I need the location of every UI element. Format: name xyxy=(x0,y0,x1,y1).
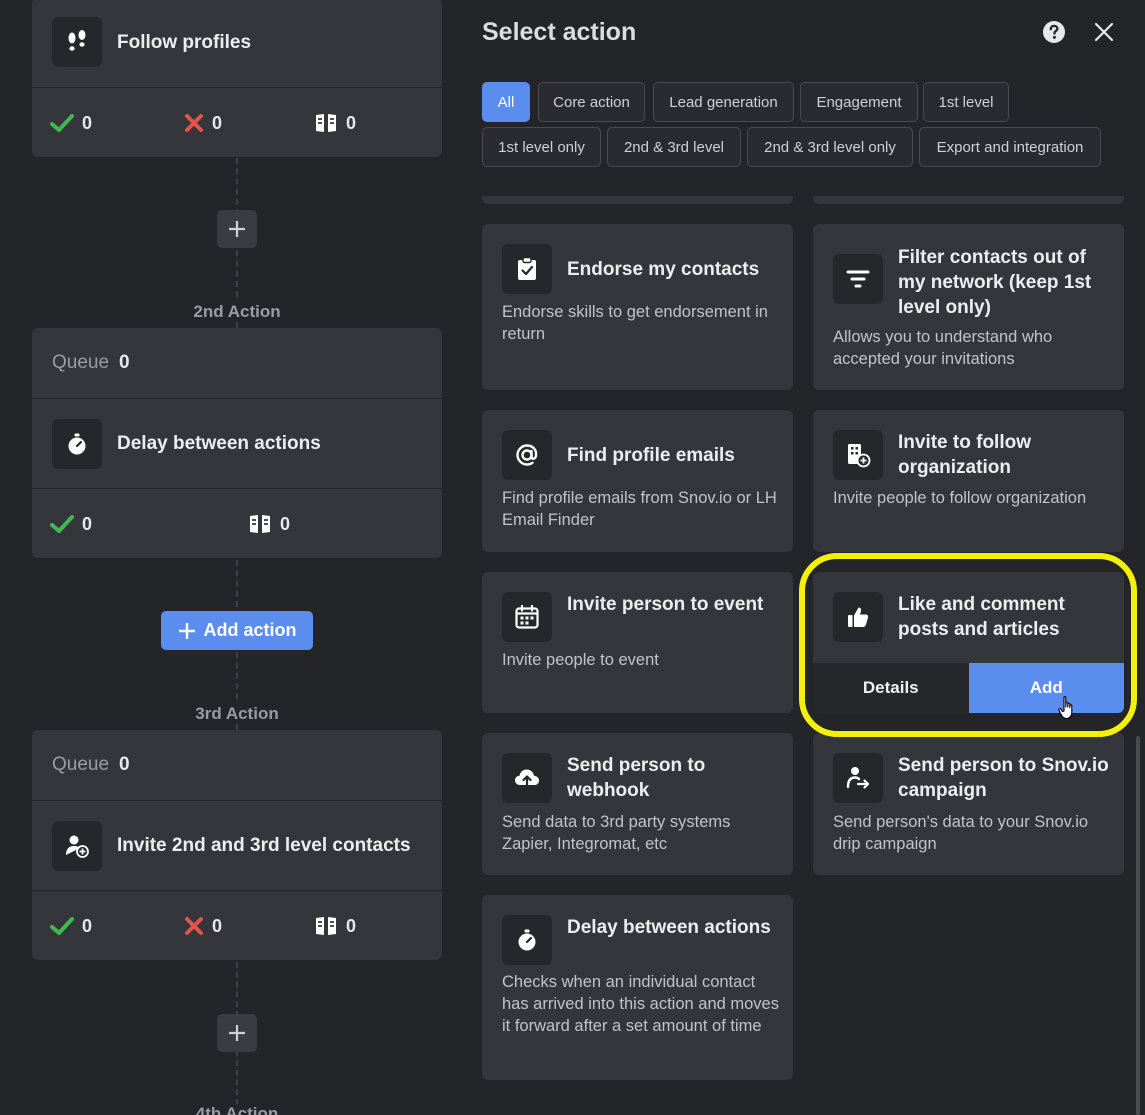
action-tile-snovio-campaign[interactable]: Send person to Snov.io campaign Send per… xyxy=(813,733,1124,875)
step-label-2: 2nd Action xyxy=(32,302,442,322)
action-tile-endorse[interactable]: Endorse my contacts Endorse skills to ge… xyxy=(482,224,793,390)
action-tile-delay[interactable]: Delay between actions Checks when an ind… xyxy=(482,895,793,1080)
action-title: Delay between actions xyxy=(567,917,771,938)
action-description: Send data to 3rd party systems Zapier, I… xyxy=(502,813,731,853)
filter-chip-2nd-3rd-level-only[interactable]: 2nd & 3rd level only xyxy=(747,127,913,167)
footprints-icon xyxy=(52,17,102,67)
success-count[interactable]: 0 xyxy=(50,891,92,961)
action-card-delay[interactable]: Queue 0 Delay between actions 0 0 xyxy=(32,328,442,558)
action-tile-like-comment[interactable]: Like and comment posts and articles Deta… xyxy=(813,572,1124,713)
check-icon xyxy=(50,114,74,132)
action-tile-invite-event[interactable]: Invite person to event Invite people to … xyxy=(482,572,793,713)
success-count[interactable]: 0 xyxy=(50,88,92,158)
clipboard-check-icon xyxy=(502,244,552,294)
action-title: Endorse my contacts xyxy=(567,259,760,280)
queue-icon xyxy=(316,917,336,935)
cross-icon xyxy=(185,917,203,935)
action-row[interactable]: Delay between actions xyxy=(32,398,442,488)
action-title: Filter contacts out of my network (keep … xyxy=(898,247,1092,318)
queue-count[interactable]: 0 xyxy=(314,88,356,158)
at-sign-icon xyxy=(502,430,552,480)
step-label-3: 3rd Action xyxy=(32,704,442,724)
check-icon xyxy=(50,515,74,533)
queue-row: Queue 0 xyxy=(52,352,130,373)
action-description: Find profile emails from Snov.io or LH E… xyxy=(502,489,777,529)
select-action-panel: Select action All Core action Lead gener… xyxy=(460,0,1145,1115)
stats-row: 0 0 0 xyxy=(32,87,442,157)
action-card-follow-profiles[interactable]: Follow profiles 0 0 0 xyxy=(32,0,442,157)
hand-cursor-icon xyxy=(1058,695,1078,726)
action-tile-find-emails[interactable]: Find profile emails Find profile emails … xyxy=(482,410,793,552)
action-description: Allows you to understand who accepted yo… xyxy=(833,328,1053,368)
queue-icon xyxy=(316,114,336,132)
action-label: Invite 2nd and 3rd level contacts xyxy=(117,835,411,856)
action-description: Checks when an individual contact has ar… xyxy=(502,973,779,1035)
scrollbar[interactable] xyxy=(1136,736,1140,1115)
action-title: Like and comment posts and articles xyxy=(898,594,1065,640)
action-title: Invite to follow organization xyxy=(898,432,1031,478)
add-action-button[interactable]: Add action xyxy=(161,611,313,650)
action-title: Invite person to event xyxy=(567,594,764,615)
stats-row: 0 0 0 xyxy=(32,890,442,960)
filter-chip-2nd-3rd-level[interactable]: 2nd & 3rd level xyxy=(607,127,741,167)
action-title: Find profile emails xyxy=(567,445,735,466)
filter-chip-export-integration[interactable]: Export and integration xyxy=(919,127,1101,167)
fail-count[interactable]: 0 xyxy=(184,88,222,158)
filter-chip-1st-level-only[interactable]: 1st level only xyxy=(482,127,601,167)
plus-icon xyxy=(178,622,195,639)
action-title: Send person to Snov.io campaign xyxy=(898,755,1109,801)
cloud-upload-icon xyxy=(502,753,552,803)
plus-icon xyxy=(229,221,245,237)
panel-title: Select action xyxy=(482,18,637,46)
action-list[interactable]: Endorse my contacts Endorse skills to ge… xyxy=(460,196,1145,1115)
action-tile-hidden[interactable] xyxy=(482,196,793,204)
filter-chip-all[interactable]: All xyxy=(482,82,530,122)
action-description: Invite people to event xyxy=(502,651,659,669)
person-arrow-icon xyxy=(833,753,883,803)
queue-count[interactable]: 0 xyxy=(248,489,290,559)
filter-icon xyxy=(833,254,883,304)
insert-step-button[interactable] xyxy=(217,1014,257,1052)
thumbs-up-icon xyxy=(833,592,883,642)
filter-chip-lead-generation[interactable]: Lead generation xyxy=(653,82,794,122)
close-icon[interactable] xyxy=(1092,20,1116,49)
queue-count[interactable]: 0 xyxy=(314,891,356,961)
action-tile-filter-contacts[interactable]: Filter contacts out of my network (keep … xyxy=(813,224,1124,390)
success-count[interactable]: 0 xyxy=(50,489,92,559)
check-icon xyxy=(50,917,74,935)
person-plus-icon xyxy=(52,820,102,871)
action-tile-hidden[interactable] xyxy=(813,196,1124,204)
stats-row: 0 0 xyxy=(32,488,442,558)
queue-icon xyxy=(250,515,270,533)
details-button[interactable]: Details xyxy=(813,663,969,713)
add-button[interactable]: Add xyxy=(968,663,1124,713)
action-description: Send person's data to your Snov.io drip … xyxy=(833,813,1089,853)
queue-row: Queue 0 xyxy=(52,754,130,775)
action-label: Delay between actions xyxy=(117,433,321,454)
filter-chip-engagement[interactable]: Engagement xyxy=(800,82,918,122)
action-row[interactable]: Follow profiles xyxy=(32,0,442,87)
help-icon[interactable] xyxy=(1042,20,1066,49)
action-tile-webhook[interactable]: Send person to webhook Send data to 3rd … xyxy=(482,733,793,875)
insert-step-button[interactable] xyxy=(217,210,257,248)
stopwatch-icon xyxy=(502,915,552,965)
calendar-icon xyxy=(502,592,552,642)
building-plus-icon xyxy=(833,430,883,480)
action-card-invite[interactable]: Queue 0 Invite 2nd and 3rd level contact… xyxy=(32,730,442,960)
action-label: Follow profiles xyxy=(117,31,252,53)
step-label-4: 4th Action xyxy=(32,1104,442,1115)
filter-chip-1st-level[interactable]: 1st level xyxy=(923,82,1009,122)
plus-icon xyxy=(229,1025,245,1041)
fail-count[interactable]: 0 xyxy=(184,891,222,961)
action-title: Send person to webhook xyxy=(567,755,706,801)
action-description: Invite people to follow organization xyxy=(833,489,1087,507)
stopwatch-icon xyxy=(52,418,102,469)
action-row[interactable]: Invite 2nd and 3rd level contacts xyxy=(32,800,442,890)
filter-chip-core-action[interactable]: Core action xyxy=(538,82,645,122)
action-tile-invite-organization[interactable]: Invite to follow organization Invite peo… xyxy=(813,410,1124,552)
action-description: Endorse skills to get endorsement in ret… xyxy=(502,303,768,343)
cross-icon xyxy=(185,114,203,132)
